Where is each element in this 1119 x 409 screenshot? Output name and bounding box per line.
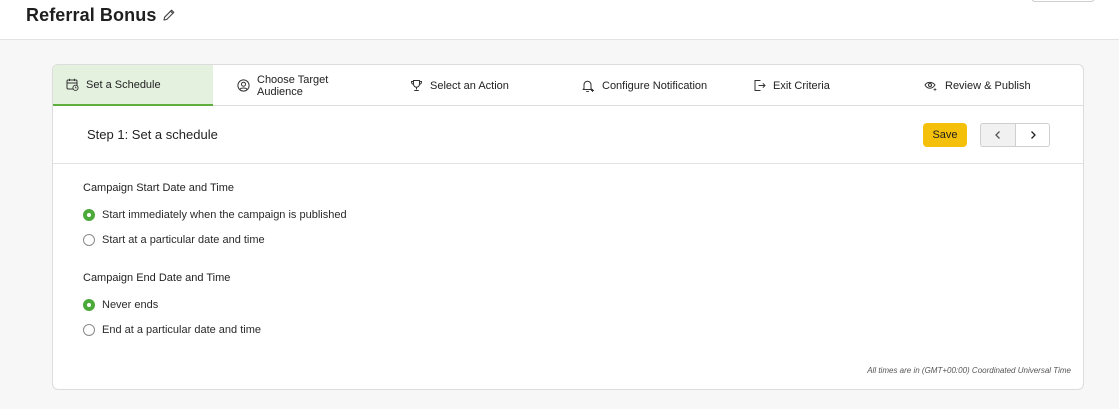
option-label: Start immediately when the campaign is p…	[102, 209, 347, 221]
start-immediately-option[interactable]: Start immediately when the campaign is p…	[83, 209, 347, 221]
previous-step-button[interactable]	[980, 123, 1015, 147]
trophy-icon	[410, 80, 423, 91]
tab-label: Configure Notification	[602, 79, 708, 92]
radio-unchecked[interactable]	[83, 324, 95, 336]
save-button[interactable]: Save	[923, 123, 967, 147]
step-navigation	[980, 123, 1050, 147]
radio-checked[interactable]	[83, 209, 95, 221]
tab-label: Select an Action	[430, 79, 509, 92]
start-at-date-option[interactable]: Start at a particular date and time	[83, 234, 265, 246]
tab-select-an-action[interactable]: Select an Action	[410, 65, 550, 106]
option-label: Never ends	[102, 299, 159, 311]
tab-label: Choose Target Audience	[257, 73, 329, 98]
option-label: Start at a particular date and time	[102, 234, 265, 246]
next-step-button[interactable]	[1015, 123, 1050, 147]
header-action-button[interactable]	[1031, 0, 1095, 2]
tab-configure-notification[interactable]: Configure Notification	[581, 65, 731, 106]
campaign-wizard-card: Set a Schedule Choose Target Audience Se…	[52, 64, 1084, 390]
chevron-right-icon	[1030, 131, 1036, 139]
step-header: Step 1: Set a schedule Save	[53, 106, 1083, 164]
end-section-label: Campaign End Date and Time	[83, 272, 231, 284]
chevron-left-icon	[995, 131, 1000, 139]
eye-star-icon	[924, 81, 937, 92]
wizard-stepper: Set a Schedule Choose Target Audience Se…	[53, 65, 1083, 106]
start-section-label: Campaign Start Date and Time	[83, 182, 235, 194]
page-title: Referral Bonus	[26, 5, 157, 25]
end-at-date-option[interactable]: End at a particular date and time	[83, 324, 261, 336]
tab-review-and-publish[interactable]: Review & Publish	[924, 65, 1064, 106]
exit-icon	[754, 80, 766, 91]
tab-label: Review & Publish	[945, 79, 1031, 92]
tab-choose-target-audience[interactable]: Choose Target Audience	[237, 65, 377, 106]
step-title: Step 1: Set a schedule	[87, 127, 218, 142]
option-label: End at a particular date and time	[102, 324, 261, 336]
bell-plus-icon	[582, 80, 594, 92]
timezone-note: All times are in (GMT+00:00) Coordinated…	[867, 366, 1071, 375]
user-circle-icon	[237, 79, 250, 92]
tab-label: Exit Criteria	[773, 79, 830, 92]
tab-exit-criteria[interactable]: Exit Criteria	[753, 65, 883, 106]
radio-checked[interactable]	[83, 299, 95, 311]
tab-set-a-schedule[interactable]: Set a Schedule	[53, 65, 213, 106]
page-header: Referral Bonus	[0, 0, 1119, 40]
calendar-clock-icon	[66, 78, 79, 91]
never-ends-option[interactable]: Never ends	[83, 299, 158, 311]
radio-unchecked[interactable]	[83, 234, 95, 246]
tab-label: Set a Schedule	[86, 78, 161, 91]
edit-pencil-icon[interactable]	[162, 8, 176, 22]
